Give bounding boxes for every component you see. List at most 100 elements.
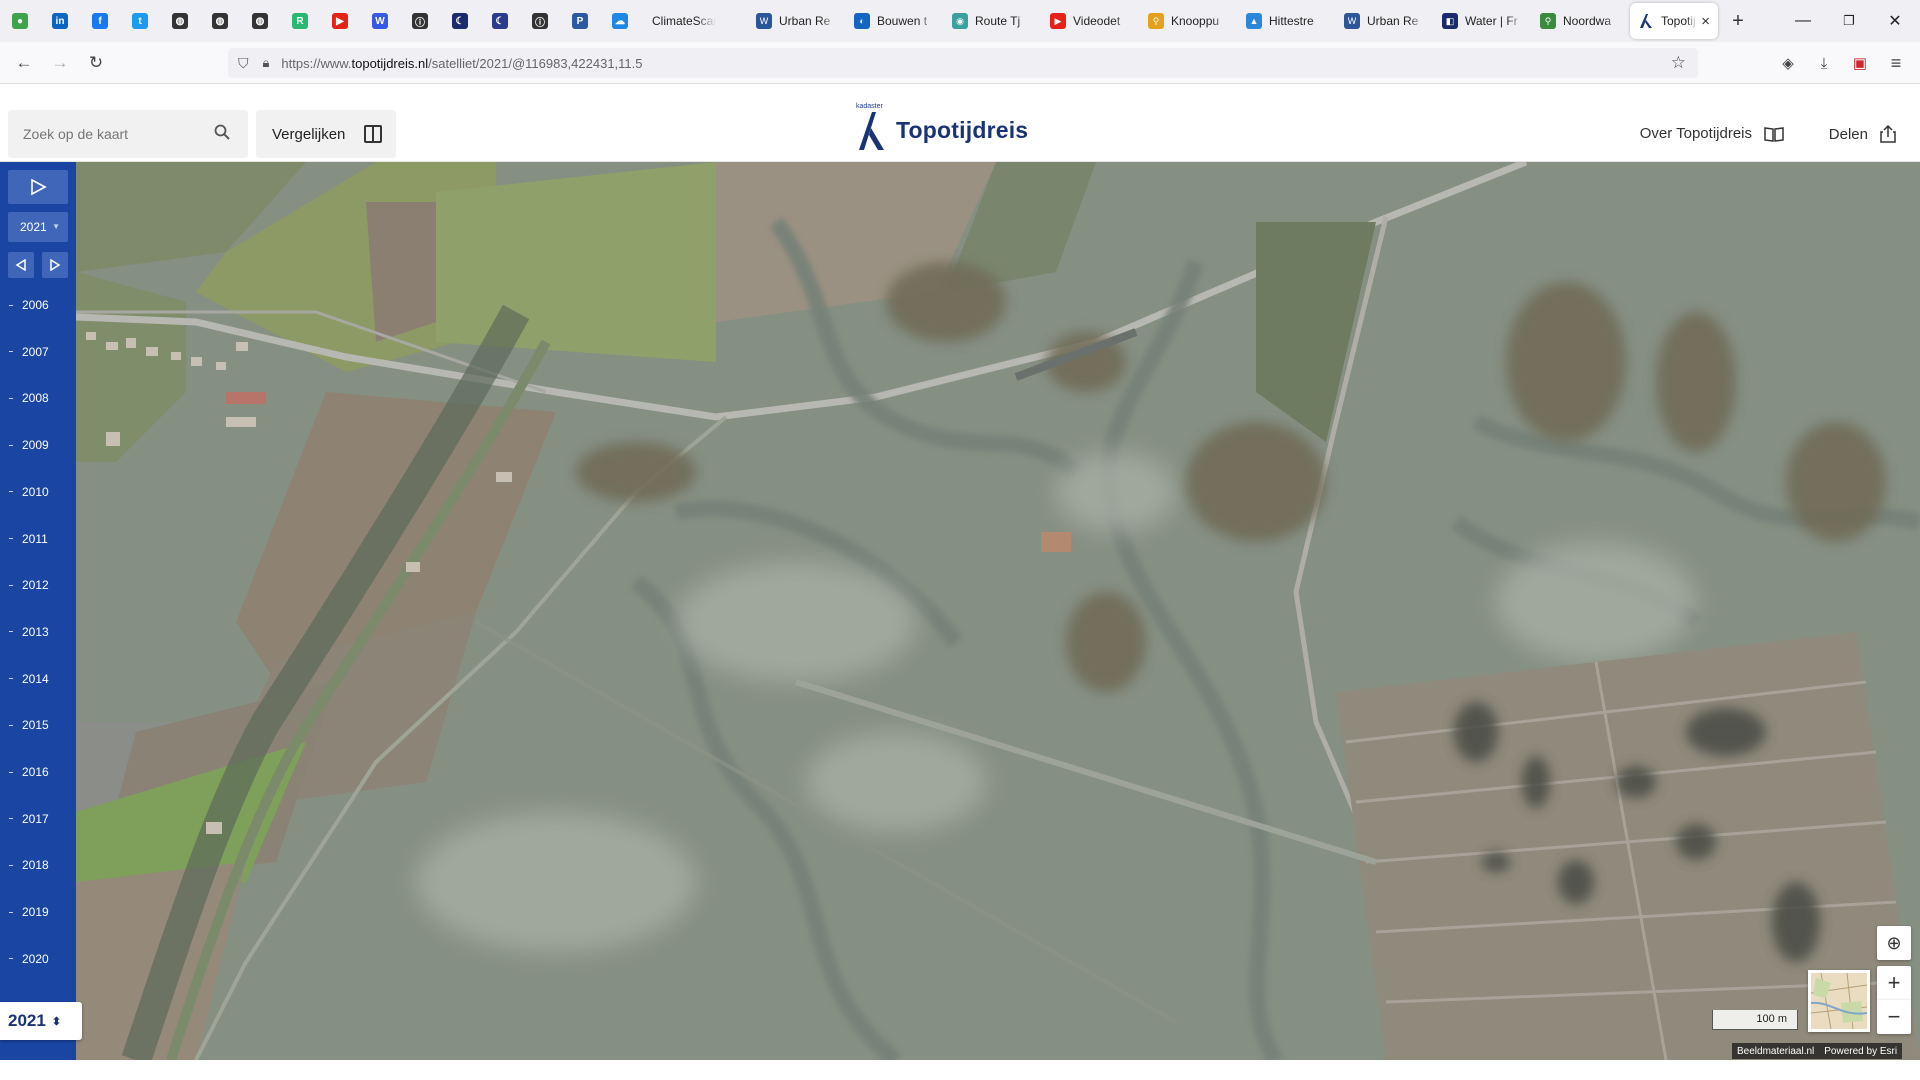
tick-mark (9, 864, 13, 866)
tick-mark (9, 304, 13, 306)
close-tab-icon[interactable]: × (1701, 13, 1710, 30)
year-tick-2020[interactable]: 2020 (0, 951, 76, 967)
new-tab-button[interactable]: + (1718, 10, 1758, 33)
imagery-credit[interactable]: Beeldmateriaal.nl (1732, 1046, 1819, 1057)
tab-label: Urban Re (1367, 14, 1419, 28)
pinned-tab-globe-icon[interactable]: ◍ (240, 0, 280, 42)
next-year-button[interactable] (42, 252, 68, 278)
compare-button[interactable]: Vergelijken (256, 110, 396, 158)
year-tick-2009[interactable]: 2009 (0, 437, 76, 453)
year-tick-2007[interactable]: 2007 (0, 344, 76, 360)
pinned-tab-globe-icon[interactable]: ◍ (160, 0, 200, 42)
year-tick-2008[interactable]: 2008 (0, 390, 76, 406)
tracking-shield-icon[interactable]: ⛉ (238, 55, 249, 72)
url-text[interactable]: https://www.topotijdreis.nl/satelliet/20… (281, 56, 642, 71)
tick-mark (9, 958, 13, 960)
basemap-switcher-thumbnail[interactable] (1808, 970, 1870, 1032)
satellite-map[interactable] (76, 162, 1920, 1060)
year-tick-2014[interactable]: 2014 (0, 671, 76, 687)
step-forward-icon (50, 259, 61, 271)
current-year-handle[interactable]: 2021 ⬍ (0, 1002, 82, 1040)
browser-tab[interactable]: ◐ Bouwen t (846, 0, 944, 42)
bookmark-star-icon[interactable]: ☆ (1671, 53, 1686, 73)
browser-tab[interactable]: ClimateScan (644, 0, 748, 42)
pinned-tab-wordpress-icon[interactable]: W (360, 0, 400, 42)
previous-year-button[interactable] (8, 252, 34, 278)
year-tick-2006[interactable]: 2006 (0, 297, 76, 313)
pinned-tab-facebook-icon[interactable]: f (80, 0, 120, 42)
minimize-window-button[interactable]: — (1780, 0, 1826, 42)
browser-tab[interactable]: ◧ Water | Fr (1434, 0, 1532, 42)
year-tick-2011[interactable]: 2011 (0, 531, 76, 547)
year-tick-label: 2013 (22, 624, 49, 639)
search-input[interactable] (21, 125, 201, 143)
year-tick-2015[interactable]: 2015 (0, 717, 76, 733)
pdf-extension-icon[interactable]: ▣ (1842, 42, 1878, 84)
downloads-icon[interactable]: ⤓ (1806, 42, 1842, 84)
address-bar[interactable]: ⛉ 🔒︎ https://www.topotijdreis.nl/satelli… (228, 48, 1698, 78)
browser-tab[interactable]: W Urban Re (748, 0, 846, 42)
browser-tab[interactable]: ▶ Videodet (1042, 0, 1140, 42)
browser-tab[interactable]: ⚲ Noordwa (1532, 0, 1630, 42)
pinned-tab-cloud-icon[interactable]: ☁ (600, 0, 640, 42)
zoom-in-button[interactable]: + (1877, 966, 1911, 1000)
lock-icon[interactable]: 🔒︎ (263, 55, 270, 71)
pinned-tab-app-icon[interactable]: R (280, 0, 320, 42)
locate-button[interactable]: ⊕ (1877, 926, 1911, 960)
pinned-tab-green-circle-icon[interactable]: ● (0, 0, 40, 42)
zoom-out-button[interactable]: − (1877, 1000, 1911, 1034)
tick-mark (9, 444, 13, 446)
year-tick-label: 2012 (22, 578, 49, 593)
forward-button[interactable]: → (42, 42, 78, 84)
year-tick-2010[interactable]: 2010 (0, 484, 76, 500)
map-search-box (8, 110, 248, 158)
pinned-tab-p-app-icon[interactable]: P (560, 0, 600, 42)
pinned-tab-twitter-icon[interactable]: t (120, 0, 160, 42)
about-button[interactable]: Over Topotijdreis (1640, 125, 1784, 142)
restore-window-button[interactable]: ❐ (1826, 0, 1872, 42)
pinned-tab-moon-icon[interactable]: ☾ (480, 0, 520, 42)
tab-favicon-icon: ◧ (1442, 13, 1458, 29)
play-button[interactable] (8, 170, 68, 204)
esri-credit[interactable]: Powered by Esri (1819, 1046, 1902, 1057)
year-tick-2019[interactable]: 2019 (0, 904, 76, 920)
year-tick-2016[interactable]: 2016 (0, 764, 76, 780)
browser-tab[interactable]: ⚲ Knooppu (1140, 0, 1238, 42)
aerial-photo (76, 162, 1920, 1060)
browser-tab[interactable]: ◉ Route Tj (944, 0, 1042, 42)
browser-tab[interactable]: ▲ Hittestre (1238, 0, 1336, 42)
browser-tab[interactable]: W Urban Re (1336, 0, 1434, 42)
tab-topotijdreis-active[interactable]: Topotij × (1630, 3, 1718, 39)
tab-favicon-icon: W (1344, 13, 1360, 29)
p-app-icon: P (572, 13, 588, 29)
pinned-tab-youtube-icon[interactable]: ▶ (320, 0, 360, 42)
pinned-tab-globe-icon[interactable]: ◍ (200, 0, 240, 42)
year-tick-2013[interactable]: 2013 (0, 624, 76, 640)
year-tick-label: 2018 (22, 858, 49, 873)
tick-mark (9, 818, 13, 820)
menu-icon[interactable]: ≡ (1878, 42, 1914, 84)
year-tick-label: 2014 (22, 671, 49, 686)
tab-favicon-icon: ⚲ (1148, 13, 1164, 29)
pocket-icon[interactable]: ◈ (1770, 42, 1806, 84)
topotijdreis-logo-icon (859, 112, 884, 150)
brand-logo[interactable]: kadaster Topotijdreis (856, 103, 1028, 155)
back-button[interactable]: ← (6, 42, 42, 84)
linkedin-icon: in (52, 13, 68, 29)
close-window-button[interactable]: ✕ (1872, 0, 1918, 42)
globe-icon: ◍ (252, 13, 268, 29)
year-tick-2012[interactable]: 2012 (0, 577, 76, 593)
share-icon (1880, 125, 1896, 143)
pinned-tab-info-icon[interactable]: ⓘ (400, 0, 440, 42)
year-select[interactable]: 2021 ▼ (8, 212, 68, 242)
tab-favicon-icon: ▲ (1246, 13, 1262, 29)
search-icon[interactable] (214, 124, 230, 140)
share-button[interactable]: Delen (1829, 125, 1896, 143)
reload-button[interactable]: ↻ (78, 42, 114, 84)
year-tick-2018[interactable]: 2018 (0, 857, 76, 873)
pinned-tab-moon-icon[interactable]: ☾ (440, 0, 480, 42)
year-tick-2017[interactable]: 2017 (0, 811, 76, 827)
pinned-tab-info-icon[interactable]: ⓘ (520, 0, 560, 42)
chevron-down-icon: ▼ (52, 222, 60, 231)
pinned-tab-linkedin-icon[interactable]: in (40, 0, 80, 42)
